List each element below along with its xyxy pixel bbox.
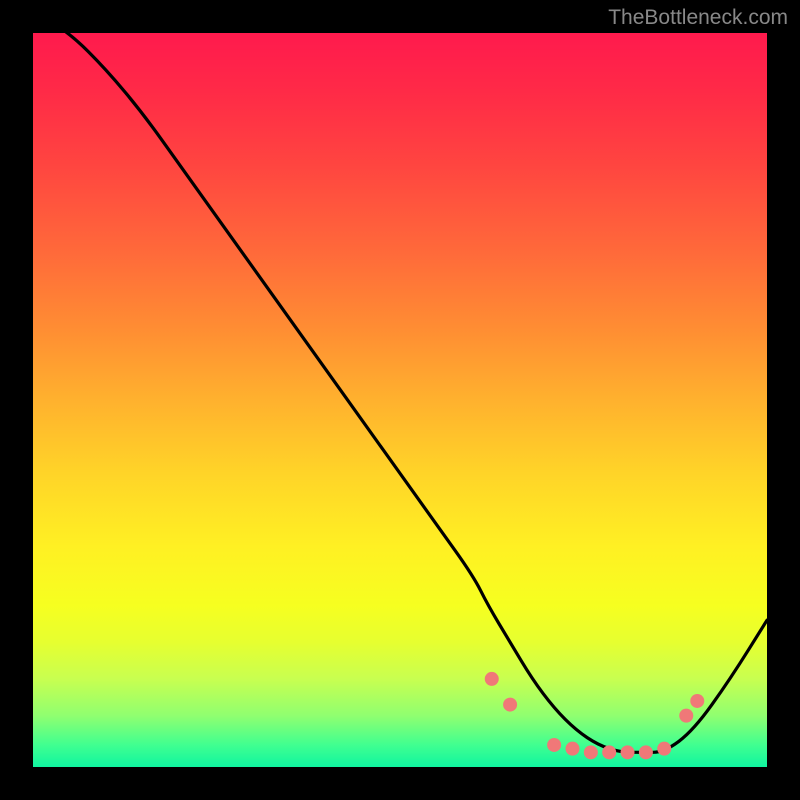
marker-dot bbox=[639, 745, 653, 759]
plot-area bbox=[33, 33, 767, 767]
attribution-text: TheBottleneck.com bbox=[608, 6, 788, 30]
chart-svg bbox=[33, 33, 767, 767]
marker-dot bbox=[602, 745, 616, 759]
marker-dot bbox=[679, 709, 693, 723]
marker-dot bbox=[547, 738, 561, 752]
marker-dot bbox=[485, 672, 499, 686]
marker-dot bbox=[503, 698, 517, 712]
marker-dot bbox=[621, 745, 635, 759]
marker-dot bbox=[584, 745, 598, 759]
curve-line bbox=[33, 33, 767, 752]
marker-dot bbox=[565, 742, 579, 756]
marker-dot bbox=[690, 694, 704, 708]
marker-dot bbox=[657, 742, 671, 756]
